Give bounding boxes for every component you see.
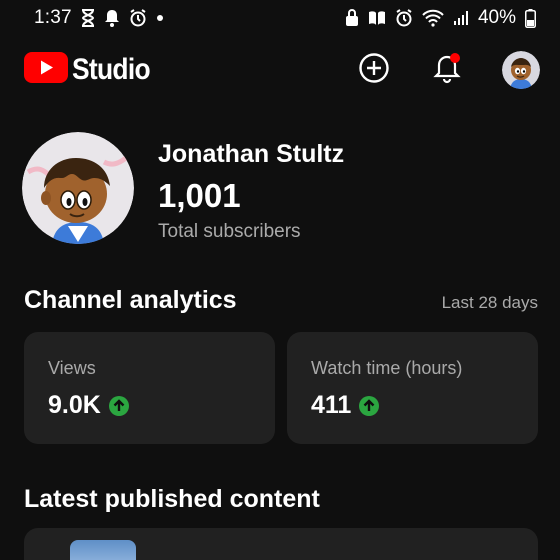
- trend-up-icon: [359, 395, 380, 416]
- status-bar: 1:37 40%: [0, 0, 560, 36]
- card-label: Views: [48, 358, 96, 378]
- book-icon: [368, 8, 386, 28]
- card-value-row: 411: [311, 391, 514, 420]
- views-value: 9.0K: [48, 391, 101, 419]
- dot-icon: [156, 8, 164, 28]
- youtube-play-icon: [24, 52, 68, 88]
- header-actions: [354, 50, 540, 90]
- create-icon: [358, 52, 390, 89]
- analytics-title: Channel analytics: [24, 286, 237, 314]
- analytics-header: Channel analytics Last 28 days: [24, 286, 538, 315]
- create-button[interactable]: [354, 50, 394, 90]
- account-avatar[interactable]: [502, 51, 540, 89]
- alarm-icon: [129, 8, 147, 28]
- status-bar-left: 1:37: [34, 7, 164, 29]
- card-label: Watch time (hours): [311, 358, 463, 378]
- watch-time-value: 411: [311, 391, 352, 419]
- latest-header: Latest published content: [24, 485, 538, 514]
- analytics-period: Last 28 days: [441, 293, 538, 312]
- latest-title: Latest published content: [24, 485, 320, 513]
- watch-time-card[interactable]: Watch time (hours) 411: [287, 332, 538, 444]
- hourglass-icon: [81, 8, 95, 28]
- studio-dashboard: 1:37 40% Studio Jonathan Stultz 1,001 To…: [0, 0, 560, 560]
- wifi-icon: [422, 8, 444, 28]
- trend-up-icon: [108, 395, 129, 416]
- video-thumbnail: [70, 540, 136, 560]
- analytics-cards: Views 9.0K Watch time (hours) 411: [24, 332, 538, 444]
- battery-percent: 40%: [477, 7, 516, 28]
- notifications-button[interactable]: [428, 50, 468, 90]
- latest-content-card[interactable]: [24, 528, 538, 560]
- studio-logo[interactable]: Studio: [24, 52, 161, 88]
- alarm-icon: [395, 8, 413, 28]
- lock-icon: [345, 8, 359, 28]
- battery-icon: [525, 8, 536, 28]
- channel-name[interactable]: Jonathan Stultz: [158, 140, 344, 169]
- channel-avatar[interactable]: [22, 132, 134, 244]
- signal-icon: [453, 8, 469, 28]
- channel-summary: Jonathan Stultz 1,001 Total subscribers: [22, 132, 344, 244]
- views-card[interactable]: Views 9.0K: [24, 332, 275, 444]
- notifications-icon: [433, 52, 463, 89]
- status-time: 1:37: [34, 7, 72, 28]
- app-header: Studio: [0, 44, 560, 96]
- subscriber-label: Total subscribers: [158, 221, 301, 242]
- brand-name: Studio: [72, 53, 151, 86]
- subscriber-count: 1,001: [158, 177, 241, 214]
- bell-icon: [104, 8, 120, 28]
- status-bar-right: 40%: [345, 7, 536, 29]
- channel-info: Jonathan Stultz 1,001 Total subscribers: [158, 132, 344, 244]
- card-value-row: 9.0K: [48, 391, 251, 420]
